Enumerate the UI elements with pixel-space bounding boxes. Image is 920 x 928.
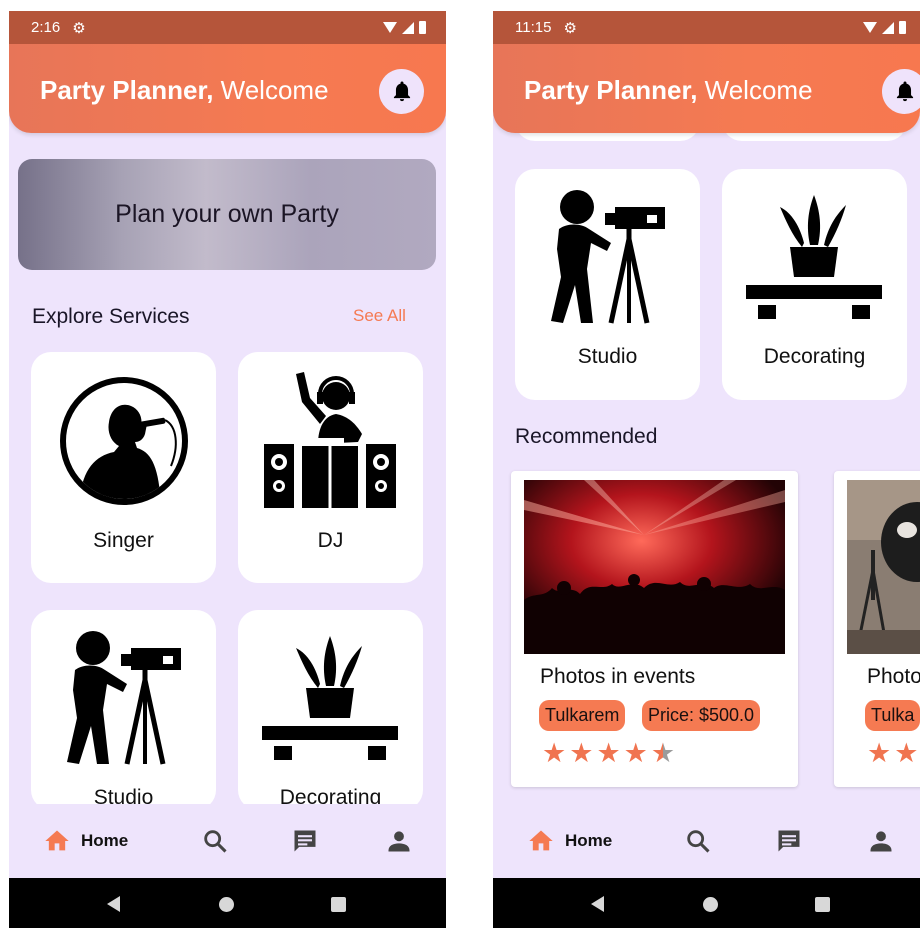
recommended-title-text: Photos in events [540, 665, 696, 688]
service-card-decorating[interactable]: Decorating [722, 169, 907, 400]
status-bar: 11:15 ⚙ [493, 11, 920, 44]
rating-stars: ★ ★ ★ ★ ★ [542, 740, 675, 767]
search-icon [204, 830, 227, 853]
nav-home-label: Home [81, 831, 129, 850]
service-card-decorating[interactable]: Decorating [238, 610, 423, 810]
plant-decor-icon [746, 195, 882, 319]
battery-icon [419, 21, 426, 34]
camera-tripod-icon [67, 631, 181, 765]
singer-icon [60, 377, 188, 505]
status-time: 2:16 [31, 19, 61, 36]
back-icon[interactable] [107, 896, 120, 912]
nav-search[interactable] [201, 804, 229, 878]
nav-search[interactable] [684, 804, 712, 878]
search-icon [687, 830, 710, 853]
settings-gear-icon: ⚙ [72, 19, 86, 37]
settings-gear-icon: ⚙ [563, 19, 577, 37]
home-icon [45, 830, 69, 851]
nav-home[interactable]: Home [527, 804, 612, 878]
person-icon [388, 831, 410, 852]
bell-icon [393, 81, 410, 101]
wifi-icon [863, 22, 877, 33]
phone-screen-right: 11:15 ⚙ Party Planner, Welcome Studio De… [493, 11, 920, 928]
app-title: Party Planner, Welcome [524, 75, 813, 106]
service-label: Decorating [763, 345, 866, 368]
star-icon: ★ [596, 738, 621, 768]
signal-icon [402, 21, 414, 34]
nav-messages[interactable] [775, 804, 803, 878]
home-circle-icon[interactable] [219, 897, 234, 912]
service-card-dj[interactable]: DJ [238, 352, 423, 583]
star-icon: ★ [623, 738, 648, 768]
home-icon [529, 830, 553, 851]
camera-tripod-icon [551, 190, 665, 324]
nav-profile[interactable] [867, 804, 895, 878]
system-navigation-bar [9, 878, 446, 928]
status-time: 11:15 [515, 19, 552, 36]
service-card-studio[interactable]: Studio [31, 610, 216, 810]
nav-home[interactable]: Home [43, 804, 128, 878]
star-icon: ★ [569, 738, 594, 768]
service-card-studio[interactable]: Studio [515, 169, 700, 400]
studio-equipment-photo [847, 480, 920, 654]
system-navigation-bar [493, 878, 920, 928]
explore-services-title: Explore Services [32, 305, 190, 328]
wifi-icon [383, 22, 397, 33]
half-star-icon: ★ [650, 738, 676, 768]
service-label: DJ [317, 529, 344, 552]
plan-party-banner[interactable]: Plan your own Party [18, 159, 436, 270]
star-icon: ★ [894, 738, 919, 768]
battery-icon [899, 21, 906, 34]
recommended-card[interactable]: Photo Tulka ★ ★ [834, 471, 920, 787]
notifications-button[interactable] [379, 69, 424, 114]
bottom-navigation: Home [493, 804, 920, 878]
star-icon: ★ [867, 738, 892, 768]
chat-icon [294, 830, 316, 852]
recommended-title-text: Photo [867, 665, 920, 688]
location-chip: Tulka [865, 700, 920, 731]
app-header: Party Planner, Welcome [493, 44, 920, 133]
nav-profile[interactable] [385, 804, 413, 878]
app-name: Party Planner, [524, 75, 698, 105]
rating-stars: ★ ★ [867, 740, 918, 767]
notifications-button[interactable] [882, 69, 920, 114]
app-title: Party Planner, Welcome [40, 75, 329, 106]
service-label: Studio [577, 345, 638, 368]
welcome-text: Welcome [220, 75, 329, 105]
home-circle-icon[interactable] [703, 897, 718, 912]
recents-icon[interactable] [331, 897, 346, 912]
welcome-text: Welcome [704, 75, 813, 105]
service-label: Singer [93, 529, 154, 552]
nav-home-label: Home [565, 831, 613, 850]
phone-screen-left: 2:16 ⚙ Party Planner, Welcome Plan your … [9, 11, 446, 928]
recommended-card[interactable]: Photos in events Tulkarem Price: $500.0 … [511, 471, 798, 787]
bottom-navigation: Home [9, 804, 446, 878]
bell-icon [896, 81, 913, 101]
price-chip: Price: $500.0 [642, 700, 761, 731]
recents-icon[interactable] [815, 897, 830, 912]
service-card-singer[interactable]: Singer [31, 352, 216, 583]
dj-icon [264, 372, 396, 508]
back-icon[interactable] [591, 896, 604, 912]
concert-photo [524, 480, 785, 654]
person-icon [870, 831, 892, 852]
plant-decor-icon [262, 636, 398, 760]
status-bar: 2:16 ⚙ [9, 11, 446, 44]
signal-icon [882, 21, 894, 34]
app-header: Party Planner, Welcome [9, 44, 446, 133]
see-all-link[interactable]: See All [353, 306, 406, 326]
star-icon: ★ [542, 738, 567, 768]
system-status-icons [863, 11, 906, 44]
nav-messages[interactable] [291, 804, 319, 878]
banner-text: Plan your own Party [115, 200, 339, 228]
recommended-title: Recommended [515, 425, 658, 448]
app-name: Party Planner, [40, 75, 214, 105]
chat-icon [778, 830, 800, 852]
system-status-icons [383, 11, 426, 44]
location-chip: Tulkarem [539, 700, 626, 731]
